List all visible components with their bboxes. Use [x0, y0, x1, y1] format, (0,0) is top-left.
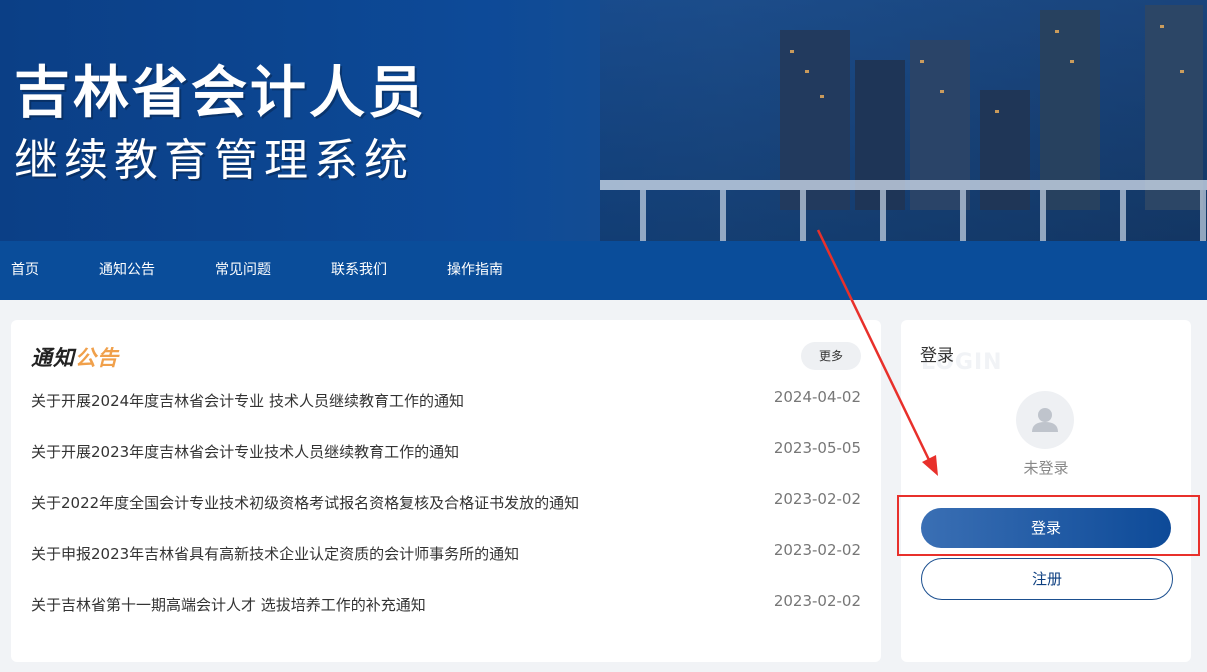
site-subtitle: 继续教育管理系统 [14, 135, 414, 186]
list-item[interactable]: 关于申报2023年吉林省具有高新技术企业认定资质的会计师事务所的通知 2023-… [31, 541, 861, 567]
list-item[interactable]: 关于开展2024年度吉林省会计专业 技术人员继续教育工作的通知 2024-04-… [31, 388, 861, 414]
list-item[interactable]: 关于吉林省第十一期高端会计人才 选拔培养工作的补充通知 2023-02-02 [31, 592, 861, 618]
more-button[interactable]: 更多 [801, 342, 861, 370]
notice-date: 2024-04-02 [773, 388, 861, 406]
main-nav: 首页 通知公告 常见问题 联系我们 操作指南 [0, 241, 1207, 300]
nav-item-notices[interactable]: 通知公告 [99, 241, 155, 300]
nav-item-home[interactable]: 首页 [11, 241, 39, 300]
notice-date: 2023-02-02 [773, 490, 861, 508]
notice-title[interactable]: 关于开展2023年度吉林省会计专业技术人员继续教育工作的通知 [31, 441, 459, 462]
notice-title[interactable]: 关于吉林省第十一期高端会计人才 选拔培养工作的补充通知 [31, 594, 426, 615]
list-item[interactable]: 关于2022年度全国会计专业技术初级资格考试报名资格复核及合格证书发放的通知 2… [31, 490, 861, 516]
site-title: 吉林省会计人员 [14, 61, 427, 126]
list-item[interactable]: 关于开展2023年度吉林省会计专业技术人员继续教育工作的通知 2023-05-0… [31, 439, 861, 465]
login-panel: LOGIN 登录 未登录 登录 注册 [901, 320, 1191, 662]
notice-heading-part2: 公告 [75, 346, 119, 370]
nav-item-contact[interactable]: 联系我们 [331, 241, 387, 300]
login-title: 登录 [920, 346, 954, 366]
annotation-highlight-box [897, 495, 1200, 556]
register-button[interactable]: 注册 [921, 558, 1173, 600]
notice-heading-part1: 通知 [31, 346, 75, 370]
nav-item-guide[interactable]: 操作指南 [447, 241, 503, 300]
notice-title[interactable]: 关于2022年度全国会计专业技术初级资格考试报名资格复核及合格证书发放的通知 [31, 492, 579, 513]
notice-title[interactable]: 关于开展2024年度吉林省会计专业 技术人员继续教育工作的通知 [31, 390, 464, 411]
nav-item-faq[interactable]: 常见问题 [215, 241, 271, 300]
notice-date: 2023-02-02 [773, 592, 861, 610]
notice-heading: 通知公告 [31, 342, 119, 372]
notice-date: 2023-05-05 [773, 439, 861, 457]
notice-panel: 通知公告 更多 关于开展2024年度吉林省会计专业 技术人员继续教育工作的通知 … [11, 320, 881, 662]
city-skyline-image [600, 0, 1207, 241]
header-banner: 吉林省会计人员 继续教育管理系统 [0, 0, 1207, 241]
notice-date: 2023-02-02 [773, 541, 861, 559]
login-status: 未登录 [1023, 459, 1069, 477]
user-icon [1016, 391, 1074, 449]
notice-title[interactable]: 关于申报2023年吉林省具有高新技术企业认定资质的会计师事务所的通知 [31, 543, 519, 564]
